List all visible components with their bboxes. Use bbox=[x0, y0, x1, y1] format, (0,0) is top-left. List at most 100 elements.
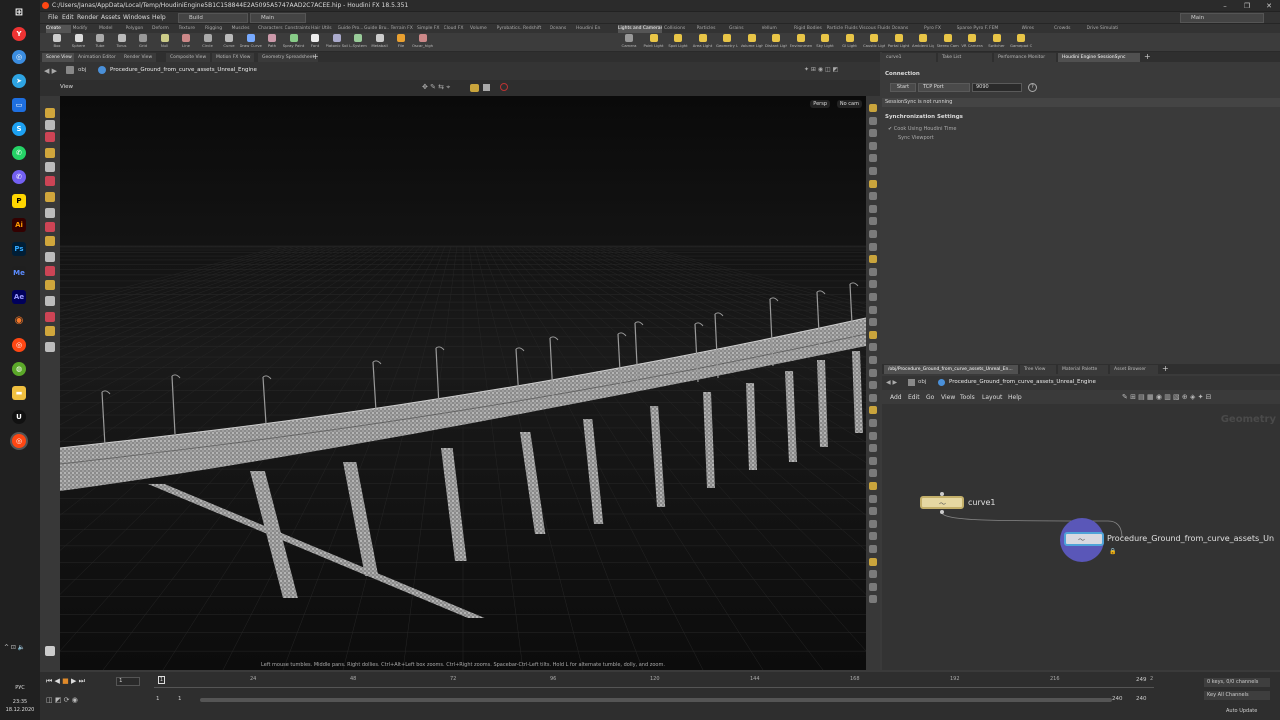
net-menu-add[interactable]: Add bbox=[890, 394, 902, 401]
shelf-tool[interactable]: Caustic Light bbox=[863, 34, 885, 52]
shelf-tool[interactable]: Spray Paint bbox=[283, 34, 305, 52]
left-tool-icon[interactable] bbox=[45, 252, 55, 262]
display-option-icon[interactable] bbox=[869, 393, 877, 402]
shelf-tool[interactable]: Portal Light bbox=[888, 34, 910, 52]
shelf-tab[interactable]: Polygon bbox=[126, 25, 151, 33]
display-option-icon[interactable] bbox=[869, 570, 877, 579]
shelf-tab[interactable]: Cloud FX bbox=[444, 25, 469, 33]
shelf-tool[interactable]: Sphere bbox=[68, 34, 90, 52]
shelf-tab[interactable]: Sparse Pyro FX bbox=[957, 25, 988, 33]
display-option-icon[interactable] bbox=[869, 104, 877, 112]
playback-controls[interactable]: ⏮ ◀ ■ ▶ ⏭ bbox=[46, 677, 85, 686]
menu-file[interactable]: File bbox=[48, 14, 58, 21]
chrome-icon[interactable]: ◎ bbox=[12, 50, 26, 64]
tab-performance-monitor[interactable]: Performance Monitor bbox=[994, 53, 1056, 62]
shelf-tab[interactable]: Pyro FX bbox=[924, 25, 955, 33]
network-tool-icons[interactable]: ✎ ⊞ ▤ ▦ ◉ ▥ ▧ ⊕ ◈ ✦ ⊟ bbox=[1122, 393, 1212, 401]
display-option-icon[interactable] bbox=[869, 167, 877, 175]
display-option-icon[interactable] bbox=[869, 557, 877, 566]
shelf-tool[interactable]: Area Light bbox=[692, 34, 714, 52]
left-tool-icon[interactable] bbox=[45, 162, 55, 172]
left-tool-icon[interactable] bbox=[45, 342, 55, 352]
shelf-tab[interactable]: Vellum bbox=[762, 25, 793, 33]
shelf-tab[interactable]: Particle Fluids bbox=[827, 25, 858, 33]
shelf-tool[interactable]: Distant Light bbox=[765, 34, 787, 52]
pane-tab[interactable]: Render View bbox=[120, 53, 157, 62]
display-option-icon[interactable] bbox=[869, 406, 877, 415]
shelf-tool[interactable]: Oscar_high bbox=[412, 34, 434, 52]
display-option-icon[interactable] bbox=[869, 343, 877, 352]
display-option-icon[interactable] bbox=[869, 507, 877, 516]
shelf-tab[interactable]: Lights and Cameras bbox=[618, 25, 662, 33]
display-option-icon[interactable] bbox=[869, 582, 877, 591]
range-start[interactable]: 1 bbox=[156, 696, 160, 702]
display-option-icon[interactable] bbox=[869, 230, 877, 238]
menu-help[interactable]: Help bbox=[152, 14, 166, 21]
left-tool-icon[interactable] bbox=[45, 236, 55, 246]
left-tool-icon[interactable] bbox=[45, 132, 55, 142]
left-tool-icon[interactable] bbox=[45, 208, 55, 218]
menu-edit[interactable]: Edit bbox=[62, 14, 74, 21]
snap-icon[interactable] bbox=[470, 84, 479, 92]
display-option-icon[interactable] bbox=[869, 419, 877, 427]
display-icon[interactable] bbox=[483, 84, 490, 91]
folder-icon[interactable]: ▬ bbox=[12, 386, 26, 400]
illustrator-icon[interactable]: Ai bbox=[12, 218, 26, 232]
playback-end[interactable]: 240 bbox=[1112, 696, 1123, 702]
shelf-tool[interactable]: Tube bbox=[89, 34, 111, 52]
display-option-icon[interactable] bbox=[869, 330, 877, 339]
display-option-icon[interactable] bbox=[869, 595, 877, 604]
media-encoder-icon[interactable]: Me bbox=[12, 266, 26, 280]
left-tool-icon[interactable] bbox=[45, 192, 55, 202]
shelf-tool[interactable]: GI Light bbox=[839, 34, 861, 52]
telegram-icon[interactable]: ➤ bbox=[12, 74, 26, 88]
left-tool-icon[interactable] bbox=[45, 148, 55, 158]
shelf-tool[interactable]: Grid bbox=[132, 34, 154, 52]
display-option-icon[interactable] bbox=[869, 154, 877, 163]
sync-viewport-checkbox[interactable]: Sync Viewport bbox=[898, 135, 934, 141]
camera-menu[interactable]: No cam bbox=[836, 100, 862, 108]
snap-options-icon[interactable] bbox=[45, 646, 55, 656]
shelf-tab[interactable]: Crowds bbox=[1054, 25, 1085, 33]
display-option-icon[interactable] bbox=[869, 381, 877, 390]
shelf-tab[interactable]: Rigging bbox=[205, 25, 230, 33]
shelf-tool[interactable]: Metaball bbox=[369, 34, 391, 52]
shelf-tab[interactable]: Redshift bbox=[523, 25, 548, 33]
shelf-tool[interactable]: Geometry Light bbox=[716, 34, 738, 52]
display-option-icon[interactable] bbox=[869, 267, 877, 276]
shelf-tab[interactable]: Texture bbox=[179, 25, 204, 33]
app-icon-2[interactable]: ◍ bbox=[12, 362, 26, 376]
shelf-tab[interactable]: Deform bbox=[152, 25, 177, 33]
unreal-engine-icon[interactable]: U bbox=[12, 410, 26, 424]
display-option-icon[interactable] bbox=[869, 469, 877, 478]
shelf-tool[interactable]: Line bbox=[175, 34, 197, 52]
main-desktop-dropdown[interactable]: Main bbox=[250, 13, 306, 23]
shelf-tool[interactable]: Camera bbox=[618, 34, 640, 52]
pane-tab[interactable]: Animation Editor bbox=[74, 53, 120, 62]
shelf-tab[interactable]: Wires bbox=[1022, 25, 1053, 33]
shelf-tool[interactable]: Path bbox=[261, 34, 283, 52]
persp-menu[interactable]: Persp bbox=[810, 100, 830, 108]
tab-tree-view[interactable]: Tree View bbox=[1020, 365, 1056, 374]
shelf-tool[interactable]: Volume Light bbox=[741, 34, 763, 52]
display-option-icon[interactable] bbox=[869, 456, 877, 465]
net-path-node[interactable]: Procedure_Ground_from_curve_assets_Unrea… bbox=[949, 379, 1096, 385]
display-option-icon[interactable] bbox=[869, 444, 877, 453]
shelf-tab[interactable]: Pyrobatics... bbox=[497, 25, 522, 33]
tab-sessionsync[interactable]: Houdini Engine SessionSync bbox=[1058, 53, 1140, 62]
shelf-tab[interactable]: Hair Utils bbox=[311, 25, 336, 33]
range-end[interactable]: 240 bbox=[1136, 696, 1147, 702]
zoom-icon[interactable]: ▭ bbox=[12, 98, 26, 112]
left-tool-icon[interactable] bbox=[45, 280, 55, 290]
shelf-tab[interactable]: Modify bbox=[73, 25, 98, 33]
path-root[interactable]: obj bbox=[78, 67, 86, 73]
pane-tab[interactable]: Geometry Spreadsheet bbox=[258, 53, 319, 62]
minimize-button[interactable]: – bbox=[1214, 0, 1236, 12]
shelf-tool[interactable]: Gamepad Camera bbox=[1010, 34, 1032, 52]
shelf-tab[interactable]: Collisions bbox=[664, 25, 695, 33]
playback-start[interactable]: 1 bbox=[178, 696, 182, 702]
hda-node-body[interactable]: 〜 bbox=[1064, 532, 1104, 546]
shelf-tab[interactable]: Oceans bbox=[550, 25, 575, 33]
viewport-tool-icons[interactable]: ✥ ✎ ⇆ ⌖ bbox=[422, 83, 450, 92]
shelf-tab[interactable]: Create bbox=[46, 25, 71, 33]
